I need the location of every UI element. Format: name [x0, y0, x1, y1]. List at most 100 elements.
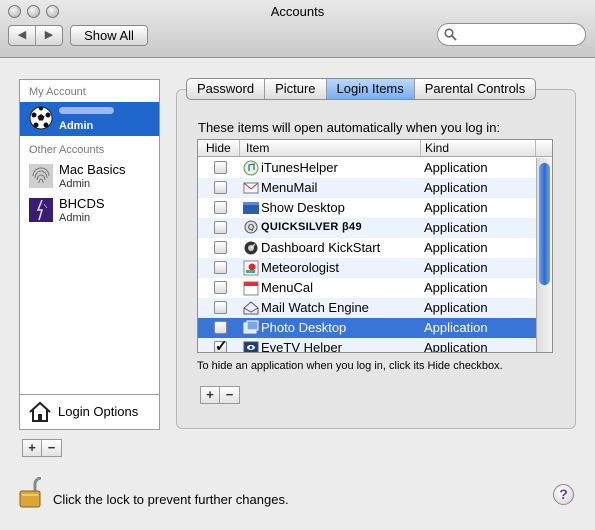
table-row[interactable]: Q QUICKSILVER β49 Application: [198, 218, 536, 238]
table-row[interactable]: MenuCal Application: [198, 278, 536, 298]
tab-login-items[interactable]: Login Items: [326, 79, 415, 99]
item-kind: Application: [424, 300, 488, 315]
item-name: Photo Desktop: [261, 320, 347, 335]
table-row[interactable]: Mail Watch Engine Application: [198, 298, 536, 318]
column-divider: [535, 140, 536, 157]
house-icon: [29, 401, 51, 422]
fingerprint-avatar: [29, 164, 53, 188]
remove-login-item-button[interactable]: −: [220, 386, 240, 404]
table-row[interactable]: Meteorologist Application: [198, 258, 536, 278]
account-role: Admin: [59, 178, 91, 190]
hide-checkbox[interactable]: [214, 221, 227, 234]
item-name: Meteorologist: [261, 260, 340, 275]
help-button[interactable]: ?: [553, 484, 574, 505]
desktop-icon: [243, 202, 259, 214]
accounts-window: Accounts ◀ ▶ Show All My Account Admin O…: [0, 0, 595, 530]
quicksilver-icon: Q: [244, 220, 258, 234]
item-name: QUICKSILVER β49: [261, 221, 362, 233]
tab-picture[interactable]: Picture: [265, 79, 327, 99]
hide-checkbox[interactable]: [214, 281, 227, 294]
add-login-item-button[interactable]: +: [200, 386, 220, 404]
menumail-icon: [243, 182, 259, 194]
sidebar-item-my-account[interactable]: Admin: [20, 102, 159, 136]
itunes-icon: [243, 160, 259, 176]
account-name: Mac Basics: [59, 162, 126, 177]
login-items-intro: These items will open automatically when…: [198, 120, 501, 135]
hide-checkbox[interactable]: [214, 201, 227, 214]
other-accounts-header: Other Accounts: [29, 144, 105, 156]
search-icon: [444, 28, 457, 41]
hide-checkbox[interactable]: [214, 301, 227, 314]
meteorologist-icon: [243, 260, 259, 276]
sidebar-item-mac-basics[interactable]: Mac Basics Admin: [20, 160, 159, 194]
menucal-icon: [243, 281, 259, 296]
hide-checkbox[interactable]: [214, 337, 228, 352]
item-kind: Application: [424, 240, 488, 255]
my-account-header: My Account: [29, 86, 86, 98]
hide-checkbox[interactable]: [214, 261, 227, 274]
back-button[interactable]: ◀: [9, 26, 36, 45]
login-options-item[interactable]: Login Options: [20, 394, 159, 429]
back-forward-buttons: ◀ ▶: [8, 25, 63, 46]
svg-text:Q: Q: [248, 223, 254, 232]
scrollbar-thumb[interactable]: [539, 163, 550, 285]
column-hide[interactable]: Hide: [206, 141, 231, 155]
table-row[interactable]: Show Desktop Application: [198, 198, 536, 218]
tab-parental-controls[interactable]: Parental Controls: [415, 79, 535, 99]
item-kind: Application: [424, 320, 488, 335]
lock-icon: [19, 476, 42, 508]
column-divider: [420, 140, 421, 157]
item-kind: Application: [424, 220, 488, 235]
item-name: Show Desktop: [261, 200, 345, 215]
hide-checkbox[interactable]: [214, 241, 227, 254]
eyetv-icon: [243, 341, 259, 352]
login-items-table: Hide Item Kind iTunesHelper Application …: [197, 139, 553, 353]
remove-account-button[interactable]: −: [42, 439, 62, 457]
search-input[interactable]: [462, 27, 577, 42]
column-kind[interactable]: Kind: [425, 141, 449, 155]
lock-button[interactable]: [19, 476, 45, 512]
tab-password[interactable]: Password: [187, 79, 266, 99]
soccer-ball-avatar: [29, 106, 53, 130]
item-name: MenuCal: [261, 280, 314, 295]
table-row[interactable]: iTunesHelper Application: [198, 158, 536, 178]
tab-bar: Password Picture Login Items Parental Co…: [186, 78, 537, 100]
sidebar-item-bhcds[interactable]: BHCDS Admin: [20, 194, 159, 228]
column-item[interactable]: Item: [246, 141, 269, 155]
hide-checkbox[interactable]: [214, 181, 227, 194]
forward-button[interactable]: ▶: [36, 26, 62, 45]
hide-checkbox[interactable]: [214, 161, 227, 174]
vertical-scrollbar[interactable]: [536, 158, 552, 352]
item-kind: Application: [424, 340, 488, 353]
search-field[interactable]: [437, 23, 586, 46]
item-kind: Application: [424, 180, 488, 195]
show-all-button[interactable]: Show All: [70, 25, 148, 46]
add-account-button[interactable]: +: [22, 439, 42, 457]
table-row[interactable]: Dashboard KickStart Application: [198, 238, 536, 258]
item-kind: Application: [424, 260, 488, 275]
item-name: EyeTV Helper: [261, 340, 342, 353]
login-options-label: Login Options: [58, 404, 139, 419]
account-role: Admin: [59, 120, 94, 132]
table-row[interactable]: EyeTV Helper Application: [198, 337, 536, 353]
table-row[interactable]: MenuMail Application: [198, 178, 536, 198]
hide-hint: To hide an application when you log in, …: [197, 360, 503, 372]
account-name-redacted: [59, 107, 114, 114]
table-header: Hide Item Kind: [198, 140, 552, 157]
account-add-remove: + −: [22, 439, 62, 457]
item-kind: Application: [424, 200, 488, 215]
column-divider: [239, 140, 240, 157]
table-row[interactable]: Photo Desktop Application: [198, 318, 536, 338]
item-name: Mail Watch Engine: [261, 300, 369, 315]
accounts-sidebar: My Account Admin Other Accounts Mac Basi…: [19, 79, 160, 430]
hide-checkbox[interactable]: [214, 321, 227, 334]
item-kind: Application: [424, 160, 488, 175]
window-title: Accounts: [270, 4, 325, 19]
account-name: BHCDS: [59, 196, 105, 211]
item-name: Dashboard KickStart: [261, 240, 381, 255]
title-bar: Accounts ◀ ▶ Show All: [0, 0, 595, 58]
photo-desktop-icon: [243, 320, 259, 334]
item-name: MenuMail: [261, 180, 318, 195]
item-name: iTunesHelper: [261, 160, 338, 175]
lightning-avatar: [29, 198, 53, 222]
